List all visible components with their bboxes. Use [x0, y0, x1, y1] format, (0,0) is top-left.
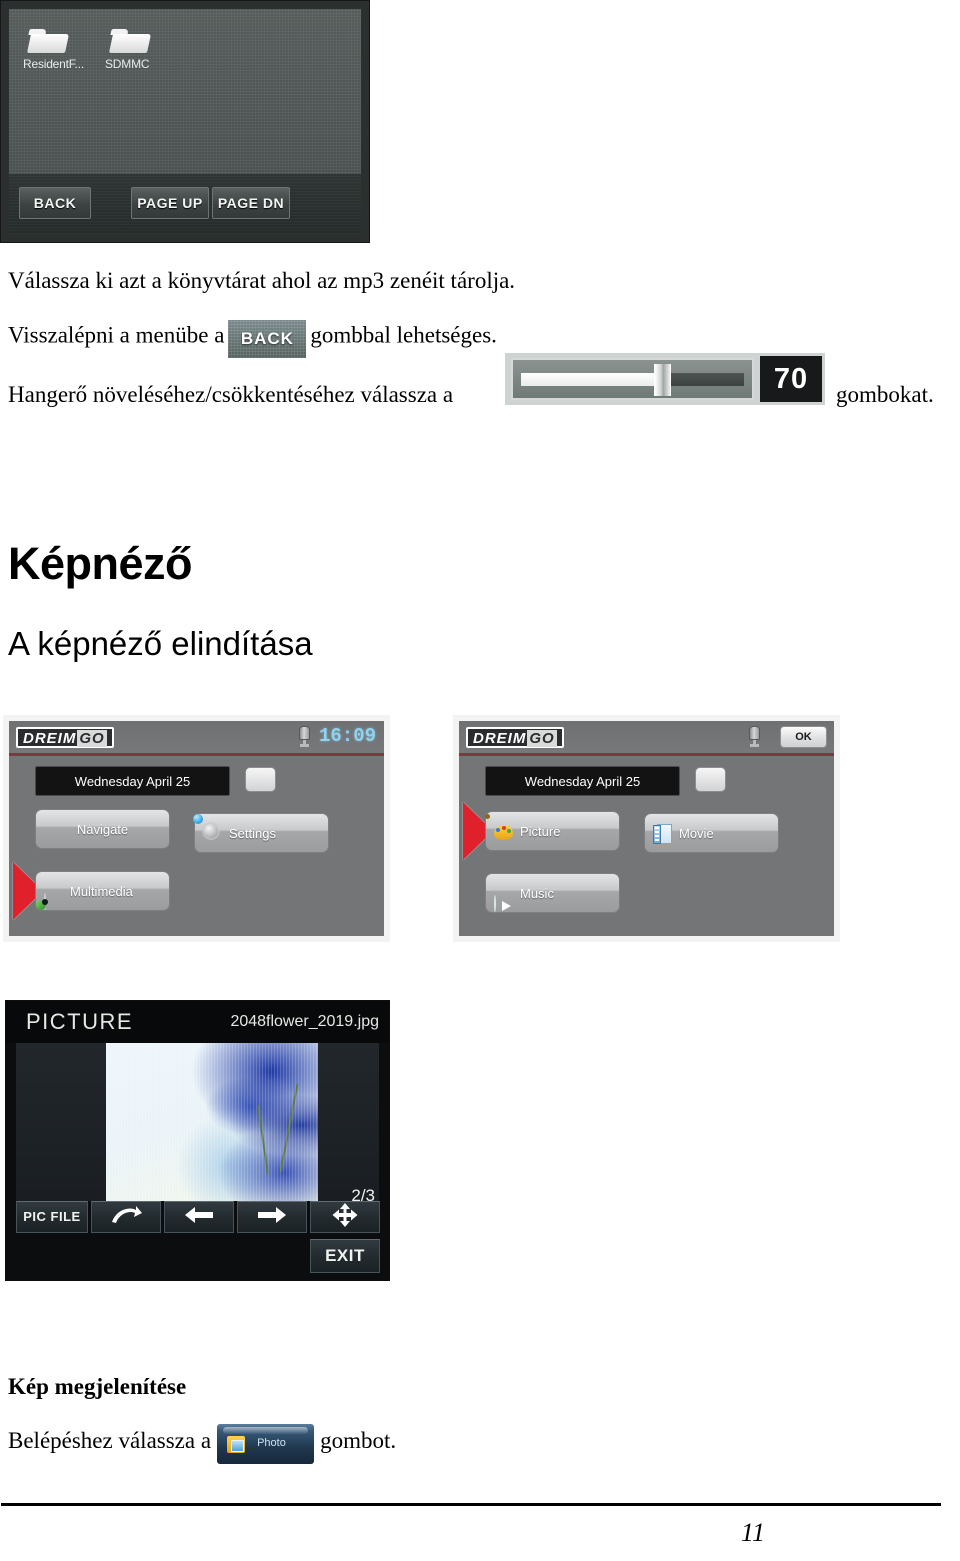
language-flag-button[interactable] — [245, 767, 276, 792]
instruction-line-4-after: gombot. — [320, 1427, 397, 1453]
page-down-button[interactable]: PAGE DN — [212, 187, 290, 219]
date-display: Wednesday April 25 — [35, 766, 230, 796]
folder-label: ResidentF... — [23, 57, 84, 71]
menu-button-movie[interactable]: Movie — [644, 813, 779, 853]
instruction-line-2-after: gombbal lehetséges. — [310, 322, 497, 348]
volume-filled-bar — [521, 373, 659, 386]
menu-button-settings[interactable]: Settings — [193, 813, 329, 853]
instruction-line-3-before: Hangerő növeléséhez/csökkentéséhez válas… — [8, 382, 454, 407]
pan-button[interactable] — [310, 1201, 380, 1233]
disc-icon — [36, 882, 65, 910]
menu-button-label: Movie — [679, 826, 714, 841]
logo-suffix-text: GO — [527, 730, 557, 747]
photo-button-image: Photo — [217, 1424, 315, 1464]
photo-icon — [227, 1436, 246, 1453]
folder-label: SDMMC — [105, 57, 150, 71]
film-icon — [653, 824, 674, 845]
instruction-line-1: Válassza ki azt a könyvtárat ahol az mp3… — [8, 268, 516, 293]
page-number: 11 — [740, 1518, 765, 1547]
menu-button-picture[interactable]: Picture — [485, 811, 620, 851]
volume-value: 70 — [760, 356, 822, 402]
menu-button-label: Settings — [229, 826, 276, 841]
next-button[interactable] — [237, 1201, 307, 1233]
palette-icon — [485, 814, 515, 843]
page-title: Képnéző — [8, 538, 193, 589]
rotate-button[interactable] — [91, 1201, 161, 1233]
picture-viewer-header: PICTURE 2048flower_2019.jpg — [6, 1001, 389, 1043]
device-topbar: DREIM GO OK — [459, 721, 834, 756]
page-up-button[interactable]: PAGE UP — [131, 187, 209, 219]
menu-button-label: Picture — [520, 824, 561, 839]
usb-icon — [299, 726, 310, 747]
device-topbar: DREIM GO 16:09 — [9, 721, 384, 756]
usb-icon — [749, 726, 760, 747]
date-display: Wednesday April 25 — [485, 766, 680, 796]
folder-icon — [26, 27, 70, 55]
music-icon — [494, 884, 515, 912]
instruction-line-2-before: Visszalépni a menübe a — [8, 322, 225, 348]
file-browser-inner: ResidentF... SDMMC BACK PAGE UP PAGE DN — [9, 9, 361, 234]
device-screenshot-multimedia-menu: DREIM GO OK Wednesday April 25 Picture Mo… — [453, 715, 840, 942]
photo-button-label: Photo — [257, 1437, 286, 1449]
photo-preview — [106, 1043, 318, 1201]
device-screenshot-main-menu: DREIM GO 16:09 Wednesday April 25 Navigat… — [3, 715, 390, 942]
list-item[interactable]: SDMMC — [105, 27, 189, 71]
subsection-title: Kép megjelenítése — [8, 1374, 187, 1399]
instruction-line-4-before: Belépéshez válassza a — [8, 1427, 212, 1453]
logo-suffix-text: GO — [77, 730, 107, 747]
dreimgo-logo: DREIM GO — [466, 727, 564, 748]
ok-button[interactable]: OK — [780, 726, 827, 748]
instruction-line-4: Belépéshez válassza a Photo gombot. — [8, 1424, 397, 1464]
section-subtitle: A képnéző elindítása — [8, 625, 313, 662]
footer-divider — [1, 1503, 941, 1506]
menu-button-label: Multimedia — [70, 884, 133, 899]
volume-slider-image: 70 — [505, 353, 825, 405]
dreimgo-logo: DREIM GO — [16, 727, 114, 748]
device-screen: DREIM GO 16:09 Wednesday April 25 Navigat… — [9, 721, 384, 936]
file-browser-toolbar: BACK PAGE UP PAGE DN — [9, 174, 361, 234]
pic-file-button[interactable]: PIC FILE — [16, 1201, 88, 1233]
logo-main-text: DREIM — [473, 730, 527, 747]
folder-list-area: ResidentF... SDMMC — [9, 9, 361, 176]
folder-icon — [108, 27, 152, 55]
device-screen: DREIM GO OK Wednesday April 25 Picture Mo… — [459, 721, 834, 936]
move-icon — [332, 1203, 358, 1227]
language-flag-button[interactable] — [695, 767, 726, 792]
arrow-left-icon — [185, 1207, 213, 1223]
picture-viewer-screenshot: PICTURE 2048flower_2019.jpg 2/3 PIC FILE… — [5, 1000, 390, 1281]
menu-button-label: Navigate — [76, 822, 129, 837]
logo-main-text: DREIM — [23, 730, 77, 747]
previous-button[interactable] — [164, 1201, 234, 1233]
instruction-line-3-after: gombokat. — [836, 382, 934, 407]
instruction-line-2: Visszalépni a menübe a BACK gombbal lehets… — [8, 320, 497, 358]
rotate-icon — [112, 1206, 142, 1223]
picture-viewer-title: PICTURE — [26, 1009, 134, 1034]
menu-button-label: Music — [520, 886, 554, 901]
clock-display: 16:09 — [318, 725, 376, 747]
back-button-inline-image: BACK — [228, 320, 307, 358]
menu-button-multimedia[interactable]: Multimedia — [35, 871, 170, 911]
list-item[interactable]: ResidentF... — [23, 27, 107, 71]
exit-button[interactable]: EXIT — [310, 1239, 380, 1273]
file-browser-screenshot: ResidentF... SDMMC BACK PAGE UP PAGE DN — [0, 0, 370, 243]
volume-knob — [654, 364, 671, 396]
menu-button-navigate[interactable]: Navigate — [35, 809, 170, 849]
picture-filename: 2048flower_2019.jpg — [230, 1013, 379, 1030]
gear-icon — [193, 814, 224, 845]
menu-button-music[interactable]: Music — [485, 873, 620, 913]
picture-stage — [16, 1043, 379, 1201]
volume-empty-bar — [665, 373, 744, 386]
back-button[interactable]: BACK — [19, 187, 91, 219]
arrow-right-icon — [258, 1207, 286, 1223]
volume-track — [511, 358, 754, 400]
